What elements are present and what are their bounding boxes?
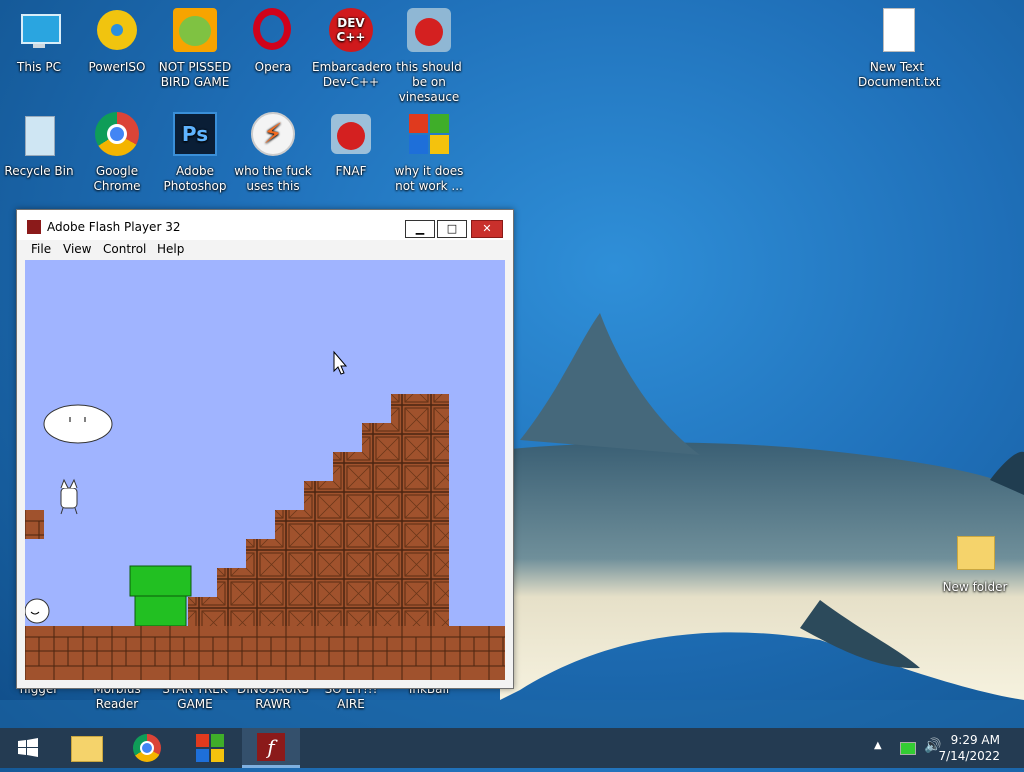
- folder-icon: [71, 736, 103, 762]
- flash-game-stage[interactable]: [25, 260, 505, 680]
- desktop-icon-opera[interactable]: Opera: [234, 8, 312, 75]
- window-title: Adobe Flash Player 32: [47, 220, 181, 234]
- flash-player-window[interactable]: Adobe Flash Player 32 ▁ □ ✕ File View Co…: [16, 209, 514, 689]
- flash-logo-icon: f: [257, 733, 285, 761]
- show-hidden-icons-button[interactable]: ▲: [874, 740, 882, 751]
- devcpp-icon: DEV C++: [327, 8, 375, 56]
- staircase: [188, 394, 449, 626]
- cat-player: [60, 478, 78, 515]
- green-pig-icon: [171, 8, 219, 56]
- start-button[interactable]: [0, 728, 58, 768]
- taskbar-flash-player[interactable]: f: [242, 728, 300, 768]
- windows-logo-icon: [18, 738, 38, 757]
- game-scene: [25, 350, 505, 680]
- menu-file[interactable]: File: [31, 242, 51, 256]
- folder-icon: [951, 528, 999, 576]
- photoshop-icon: Ps: [171, 112, 219, 160]
- menu-view[interactable]: View: [63, 242, 91, 256]
- taskbar-windows-xp-app[interactable]: [180, 728, 238, 768]
- desktop-icon-dev-cpp[interactable]: DEV C++ Embarcadero Dev-C++: [312, 8, 392, 90]
- disc-icon: [93, 8, 141, 56]
- windows-xp-logo-icon: [405, 112, 453, 160]
- window-titlebar[interactable]: Adobe Flash Player 32 ▁ □ ✕: [17, 210, 513, 244]
- minimize-button[interactable]: ▁: [405, 220, 435, 238]
- network-icon[interactable]: [900, 742, 916, 755]
- desktop-icon-this-pc[interactable]: This PC: [0, 8, 78, 75]
- maximize-button[interactable]: □: [437, 220, 467, 238]
- monitor-icon: [15, 8, 63, 56]
- brick-block: [25, 510, 44, 539]
- menu-control[interactable]: Control: [103, 242, 146, 256]
- menu-bar: File View Control Help: [17, 240, 513, 258]
- clock-date: 7/14/2022: [938, 749, 1000, 763]
- round-enemy: [25, 598, 50, 624]
- desktop-icon-not-pissed-bird-game[interactable]: NOT PISSED BIRD GAME: [156, 8, 234, 90]
- angry-bird-icon: [405, 8, 453, 56]
- cloud: [43, 404, 113, 444]
- menu-help[interactable]: Help: [157, 242, 184, 256]
- angry-bird-icon: [327, 112, 375, 160]
- opera-icon: [249, 8, 297, 56]
- desktop-icon-new-folder[interactable]: New folder: [936, 528, 1014, 595]
- close-button[interactable]: ✕: [471, 220, 503, 238]
- flash-logo-icon: [27, 220, 41, 234]
- text-file-icon: [873, 8, 921, 56]
- taskbar-file-explorer[interactable]: [58, 728, 116, 768]
- green-pipe: [129, 565, 192, 627]
- ground: [25, 626, 505, 680]
- desktop-icon-new-text-document[interactable]: New Text Document.txt: [858, 8, 941, 90]
- desktop-icon-recycle-bin[interactable]: Recycle Bin: [0, 112, 78, 179]
- mouse-cursor-icon: [333, 350, 348, 375]
- windows-xp-logo-icon: [196, 734, 224, 762]
- desktop-icon-photoshop[interactable]: Ps Adobe Photoshop: [156, 112, 234, 194]
- taskbar-chrome[interactable]: [118, 728, 176, 768]
- taskbar: f ▲ 🔊 9:29 AM 7/14/2022: [0, 728, 1024, 768]
- desktop-icon-google-chrome[interactable]: Google Chrome: [78, 112, 156, 194]
- desktop-icon-who-uses-this[interactable]: ⚡ who the fuck uses this: [234, 112, 312, 194]
- desktop-icon-poweriso[interactable]: PowerISO: [78, 8, 156, 75]
- desktop-icon-why-it-does-not-work[interactable]: why it does not work ...: [390, 112, 468, 194]
- clock-time: 9:29 AM: [950, 733, 1000, 747]
- desktop-icon-vinesauce[interactable]: this should be on vinesauce: [390, 8, 468, 105]
- system-clock[interactable]: 9:29 AM 7/14/2022: [938, 732, 1000, 764]
- chrome-icon: [93, 112, 141, 160]
- lightning-icon: ⚡: [249, 112, 297, 160]
- recycle-bin-icon: [15, 112, 63, 160]
- desktop-icon-fnaf[interactable]: FNAF: [312, 112, 390, 179]
